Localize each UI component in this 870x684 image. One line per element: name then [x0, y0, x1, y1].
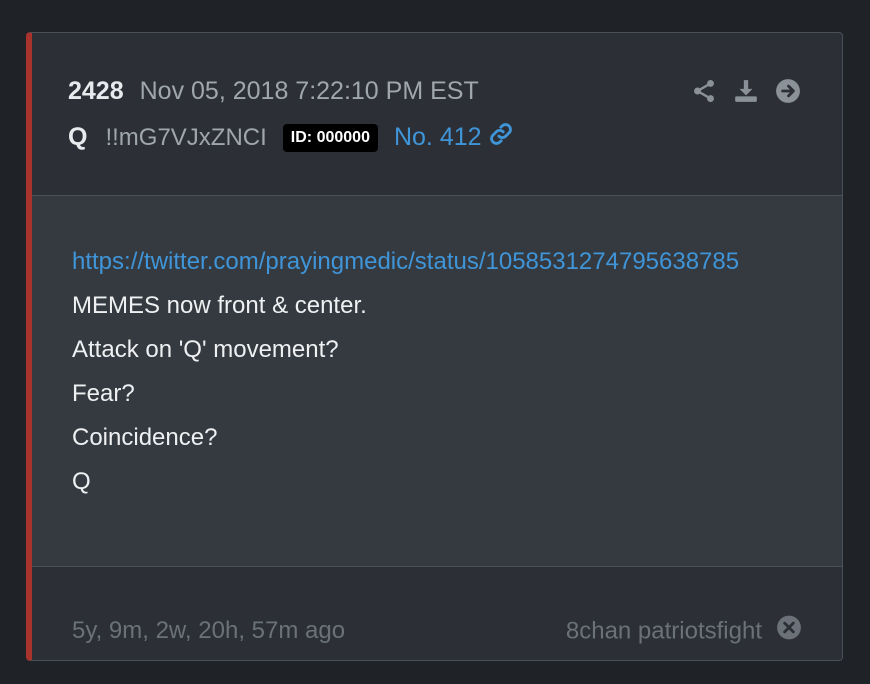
- post-author-row: Q !!mG7VJxZNCI ID: 000000 No. 412: [68, 121, 514, 154]
- post-content: https://twitter.com/prayingmedic/status/…: [72, 240, 802, 504]
- post-line: Attack on 'Q' movement?: [72, 336, 339, 363]
- post-line: Coincidence?: [72, 424, 218, 451]
- post-no-label: No. 412: [393, 123, 482, 151]
- post-meta-row: 2428 Nov 05, 2018 7:22:10 PM EST: [68, 77, 479, 106]
- post-card: 2428 Nov 05, 2018 7:22:10 PM EST Q !!mG7…: [26, 32, 843, 661]
- download-icon[interactable]: [732, 77, 760, 105]
- post-number-link[interactable]: No. 412: [394, 121, 514, 154]
- share-icon[interactable]: [690, 77, 718, 105]
- close-circle-icon[interactable]: [776, 615, 802, 648]
- post-line: MEMES now front & center.: [72, 292, 367, 319]
- post-number: 2428: [68, 77, 124, 105]
- post-actions: [690, 77, 802, 105]
- post-date: Nov 05, 2018 7:22:10 PM EST: [139, 77, 479, 105]
- source-label: 8chan patriotsfight: [565, 617, 762, 644]
- time-ago: 5y, 9m, 2w, 20h, 57m ago: [72, 617, 346, 644]
- post-tripcode: !!mG7VJxZNCI: [105, 123, 267, 151]
- link-icon: [488, 121, 514, 154]
- post-line: Fear?: [72, 380, 135, 407]
- arrow-circle-right-icon[interactable]: [774, 77, 802, 105]
- id-badge: ID: 000000: [282, 123, 378, 152]
- post-header: 2428 Nov 05, 2018 7:22:10 PM EST Q !!mG7…: [32, 33, 842, 196]
- post-author: Q: [68, 123, 88, 151]
- post-source: 8chan patriotsfight: [566, 615, 802, 648]
- post-line: Q: [72, 468, 91, 495]
- post-footer: 5y, 9m, 2w, 20h, 57m ago 8chan patriotsf…: [32, 567, 842, 660]
- tweet-link[interactable]: https://twitter.com/prayingmedic/status/…: [72, 248, 739, 275]
- post-body: https://twitter.com/prayingmedic/status/…: [32, 196, 842, 567]
